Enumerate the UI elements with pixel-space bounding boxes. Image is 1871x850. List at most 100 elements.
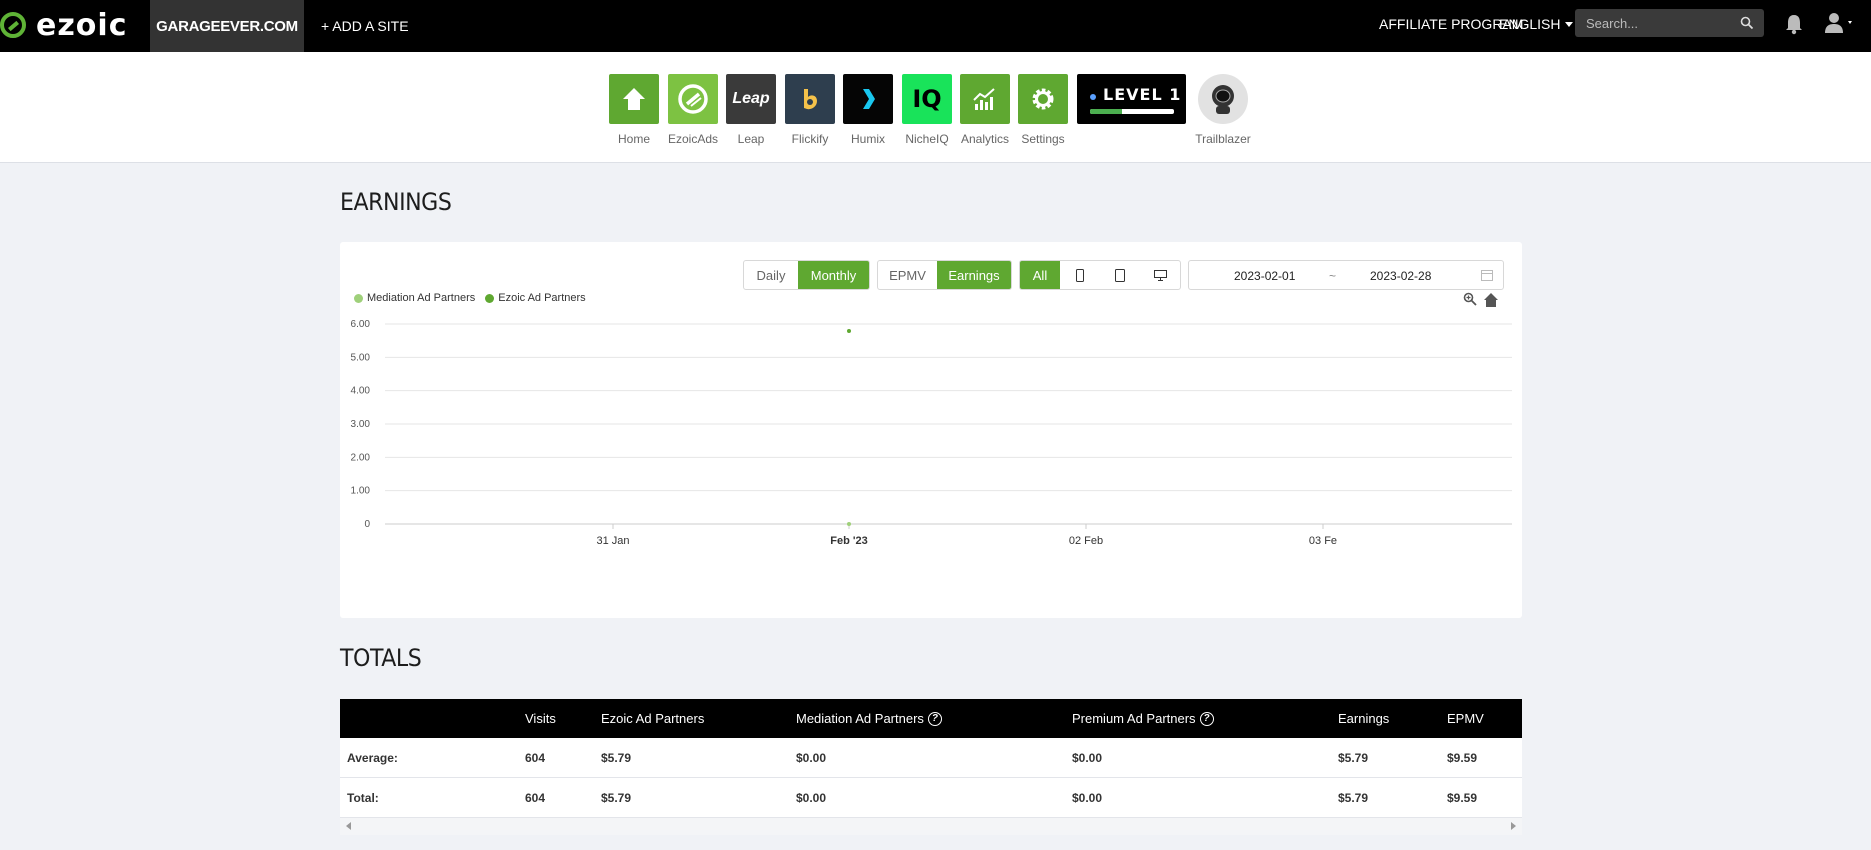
app-settings[interactable]: Settings [1018, 74, 1068, 146]
desktop-icon [1153, 269, 1167, 281]
y-tick-label: 2.00 [351, 452, 371, 463]
cell-earnings: $5.79 [1338, 791, 1369, 805]
scroll-left-icon[interactable] [346, 822, 351, 830]
data-point [847, 329, 851, 333]
x-tick-label: 03 Fe [1309, 535, 1337, 547]
search-input[interactable] [1575, 9, 1725, 37]
level-dot [1090, 94, 1096, 100]
language-label: ENGLISH [1499, 16, 1561, 32]
earnings-chart-card: Daily Monthly EPMV Earnings All 2023-02-… [340, 242, 1522, 618]
scroll-right-icon[interactable] [1511, 822, 1516, 830]
level-progress-bar [1090, 109, 1174, 114]
mobile-icon [1076, 268, 1084, 282]
analytics-icon [960, 74, 1010, 124]
brand-name: ezoic [36, 7, 128, 43]
app-ezoicads[interactable]: EzoicAds [668, 74, 718, 146]
astronaut-icon [1198, 74, 1248, 124]
cell-visits: 604 [525, 791, 546, 805]
col-mediation-ad-partners: Mediation Ad Partners ? [796, 711, 942, 726]
top-navbar: ezoic GARAGEEVER.COM + ADD A SITE AFFILI… [0, 0, 1871, 52]
data-point [847, 522, 851, 526]
daily-button[interactable]: Daily [744, 261, 798, 289]
y-tick-label: 6.00 [351, 319, 371, 330]
horizontal-scrollbar[interactable] [340, 818, 1522, 835]
row-label: Total: [347, 791, 379, 805]
y-tick-label: 0 [364, 519, 370, 530]
x-tick-label: 31 Jan [596, 535, 629, 547]
cell-epmv: $9.59 [1447, 751, 1478, 765]
all-devices-button[interactable]: All [1020, 261, 1060, 289]
metric-toggle: EPMV Earnings [877, 260, 1012, 290]
app-label: Settings [1021, 132, 1065, 146]
search-box [1575, 9, 1764, 37]
earnings-heading: EARNINGS [340, 188, 452, 216]
cell-visits: 604 [525, 751, 546, 765]
add-site-link[interactable]: + ADD A SITE [321, 0, 409, 52]
col-premium-ad-partners: Premium Ad Partners ? [1072, 711, 1214, 726]
cell-ezoic: $5.79 [601, 751, 632, 765]
nicheiq-icon: IQ [902, 74, 952, 124]
table-header: Visits Ezoic Ad Partners Mediation Ad Pa… [340, 699, 1522, 738]
app-home[interactable]: Home [609, 74, 659, 146]
user-icon[interactable] [1824, 12, 1856, 34]
table-row: Average: 604 $5.79 $0.00 $0.00 $5.79 $9.… [340, 738, 1522, 778]
app-humix[interactable]: Humix [843, 74, 893, 146]
app-flickify[interactable]: Flickify [785, 74, 835, 146]
app-leap[interactable]: Leap Leap [726, 74, 776, 146]
search-icon[interactable] [1740, 16, 1754, 30]
level-badge[interactable]: LEVEL 1 [1077, 74, 1186, 124]
ezoic-logo-icon [0, 12, 26, 38]
mobile-button[interactable] [1060, 261, 1100, 289]
x-tick-label: Feb '23 [830, 535, 867, 547]
totals-table: Visits Ezoic Ad Partners Mediation Ad Pa… [340, 699, 1522, 835]
device-toggle: All [1019, 260, 1181, 290]
help-icon[interactable]: ? [927, 711, 942, 726]
help-icon[interactable]: ? [1199, 711, 1214, 726]
row-label: Average: [347, 751, 398, 765]
trailblazer-label: Trailblazer [1195, 132, 1251, 146]
chevron-down-icon [1565, 21, 1574, 27]
ezoicads-icon [668, 74, 718, 124]
trailblazer-badge[interactable]: Trailblazer [1195, 74, 1251, 146]
y-tick-label: 4.00 [351, 386, 371, 397]
language-dropdown[interactable]: ENGLISH [1499, 0, 1574, 48]
desktop-button[interactable] [1140, 261, 1180, 289]
flickify-icon [785, 74, 835, 124]
earnings-chart: 0 1.00 2.00 3.00 4.00 5.00 6.00 31 Jan Feb '23 02… [351, 319, 1512, 547]
earnings-button[interactable]: Earnings [937, 261, 1011, 289]
col-visits: Visits [525, 711, 556, 726]
app-nicheiq[interactable]: IQ NicheIQ [902, 74, 952, 146]
app-launcher-bar: Home EzoicAds Leap Leap Flickify Humix I… [0, 52, 1871, 163]
calendar-icon [1481, 270, 1493, 281]
cell-epmv: $9.59 [1447, 791, 1478, 805]
site-selector[interactable]: GARAGEEVER.COM [150, 0, 304, 52]
table-row: Total: 604 $5.79 $0.00 $0.00 $5.79 $9.59 [340, 778, 1522, 818]
totals-heading: TOTALS [340, 644, 422, 672]
tablet-icon [1115, 268, 1125, 282]
col-ezoic-ad-partners: Ezoic Ad Partners [601, 711, 705, 726]
humix-icon [843, 74, 893, 124]
cell-premium: $0.00 [1072, 791, 1103, 805]
y-tick-label: 5.00 [351, 352, 371, 363]
col-earnings: Earnings [1338, 711, 1390, 726]
epmv-button[interactable]: EPMV [878, 261, 937, 289]
cell-mediation: $0.00 [796, 791, 827, 805]
cell-premium: $0.00 [1072, 751, 1103, 765]
gear-icon [1018, 74, 1068, 124]
period-toggle: Daily Monthly [743, 260, 870, 290]
leap-icon: Leap [726, 74, 776, 124]
monthly-button[interactable]: Monthly [798, 261, 869, 289]
y-tick-label: 1.00 [351, 486, 371, 497]
y-tick-label: 3.00 [351, 419, 371, 430]
x-tick-label: 02 Feb [1069, 535, 1103, 547]
date-separator: ~ [1329, 269, 1337, 283]
cell-mediation: $0.00 [796, 751, 827, 765]
level-label: LEVEL 1 [1103, 85, 1182, 104]
home-icon [609, 74, 659, 124]
tablet-button[interactable] [1100, 261, 1140, 289]
ezoic-logo[interactable]: ezoic [0, 7, 128, 43]
app-analytics[interactable]: Analytics [960, 74, 1010, 146]
date-range-picker[interactable]: 2023-02-01 ~ 2023-02-28 [1188, 260, 1504, 290]
cell-ezoic: $5.79 [601, 791, 632, 805]
bell-icon[interactable] [1784, 13, 1804, 35]
